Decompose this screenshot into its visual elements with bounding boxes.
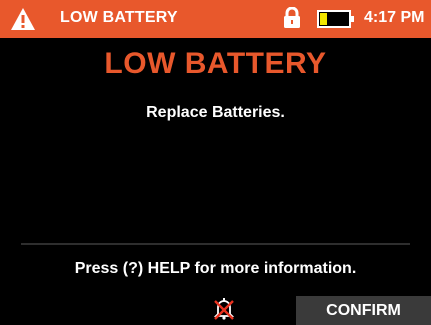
alarm-muted-icon <box>213 298 235 320</box>
low-battery-screen: LOW BATTERY 4:17 PM LOW BATTERY Replace … <box>0 0 431 325</box>
alarm-title: LOW BATTERY <box>104 47 327 80</box>
status-header: LOW BATTERY 4:17 PM <box>0 0 431 38</box>
help-instruction: Press (?) HELP for more information. <box>74 260 357 277</box>
clock-time: 4:17 PM <box>364 9 425 26</box>
header-title: LOW BATTERY <box>60 9 178 26</box>
divider <box>21 243 410 245</box>
warning-triangle-icon <box>11 8 35 30</box>
padlock-icon <box>284 7 300 28</box>
battery-low-icon <box>317 10 354 28</box>
alarm-message: Replace Batteries. <box>146 104 285 121</box>
confirm-button[interactable]: CONFIRM <box>296 296 431 325</box>
